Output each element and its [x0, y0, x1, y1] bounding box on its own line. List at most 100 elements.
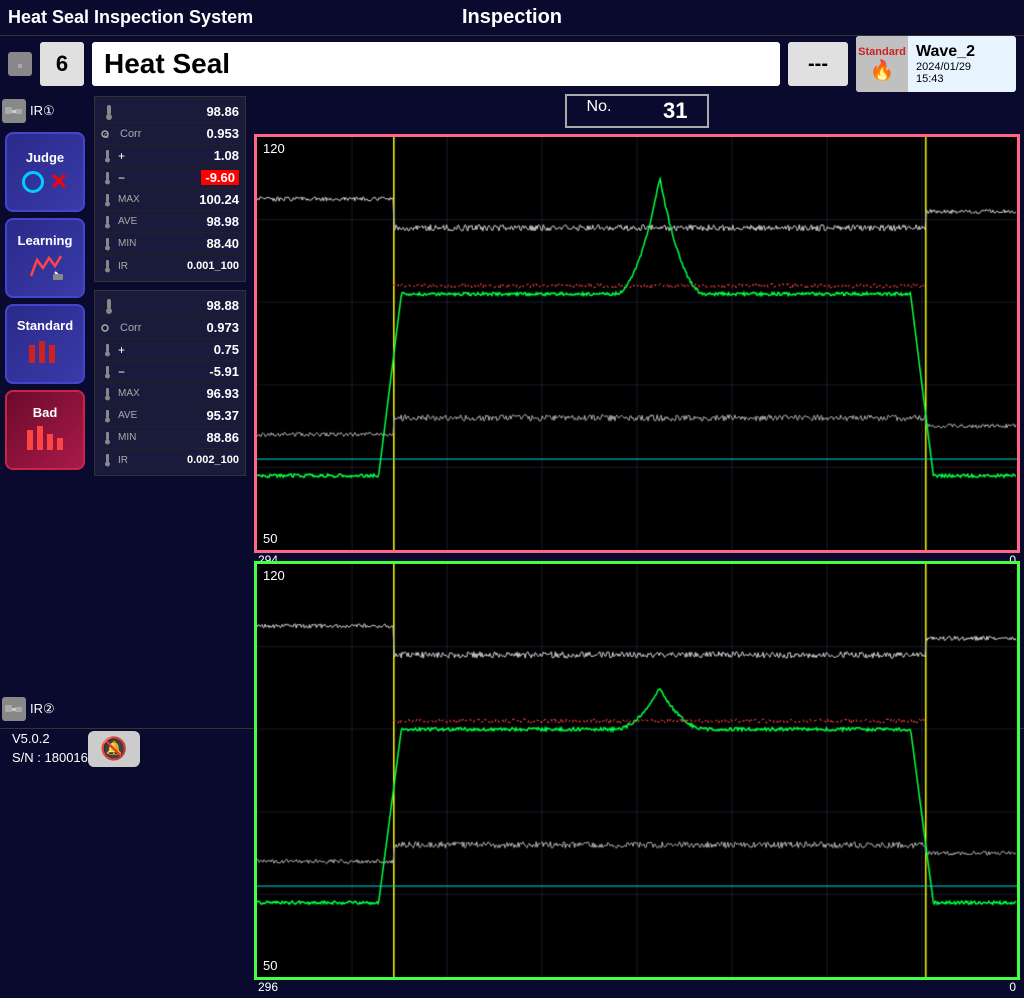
- chart2-container: 120 50 296 0: [254, 561, 1020, 980]
- panel2-min: 88.86: [206, 430, 239, 445]
- wave-text-area: Wave_2 2024/01/29 15:43: [908, 39, 983, 89]
- standard-wave-icon: [25, 337, 65, 371]
- panel1-row-value: 98.86: [101, 101, 239, 123]
- ir1-label: IR①: [30, 103, 55, 119]
- ir1-small-icon: [2, 99, 26, 123]
- learning-label: Learning: [18, 233, 73, 248]
- chart2-canvas: [257, 564, 1017, 977]
- panel2-plus: 0.75: [214, 342, 239, 357]
- judge-o-icon: [22, 171, 44, 193]
- bad-label: Bad: [33, 405, 58, 420]
- svg-text:C: C: [104, 133, 109, 140]
- panel1-row-corr: C Corr 0.953: [101, 123, 239, 145]
- data-panels: 98.86 C Corr 0.953 + 1.08 −: [90, 92, 250, 728]
- wave-flame-icon: 🔥: [870, 58, 895, 83]
- data-panel-2: 98.88 Corr 0.973 + 0.75 −: [94, 290, 246, 476]
- thermometer-icon-2: [101, 298, 117, 314]
- panel2-ave: 95.37: [206, 408, 239, 423]
- ir1-top-icon: [8, 52, 32, 76]
- chart1-box: 120 50: [254, 134, 1020, 553]
- panel2-row-plus: + 0.75: [101, 339, 239, 361]
- panel1-row-min: MIN 88.40: [101, 233, 239, 255]
- app-header: Heat Seal Inspection System Inspection: [0, 0, 1024, 36]
- no-box: No. 31: [565, 94, 710, 128]
- product-name: Heat Seal: [92, 42, 780, 86]
- thermo-minus-icon-1: [101, 171, 115, 185]
- chart2-y-min: 50: [263, 958, 277, 973]
- thermo-plus-icon-2: [101, 343, 115, 357]
- thermo-ave-icon-1: [101, 215, 115, 229]
- thermo-ir-icon-2: [101, 453, 115, 467]
- thermo-min-icon-1: [101, 237, 115, 251]
- panel1-min: 88.40: [206, 236, 239, 251]
- ir2-small-icon: [2, 697, 26, 721]
- bad-wave-icon: [25, 424, 65, 455]
- data-panel-1: 98.86 C Corr 0.953 + 1.08 −: [94, 96, 246, 282]
- thermo-plus-icon-1: [101, 149, 115, 163]
- panel2-max: 96.93: [206, 386, 239, 401]
- sidebar: IR① Judge ✕ Learning Standard: [0, 92, 90, 728]
- learning-icon: [27, 252, 63, 283]
- thermo-ave-icon-2: [101, 409, 115, 423]
- panel1-max: 100.24: [199, 192, 239, 207]
- top-bar: 6 Heat Seal --- Standard 🔥 Wave_2 2024/0…: [0, 36, 1024, 92]
- no-value: 31: [627, 98, 687, 124]
- chart2-x-right: 0: [1009, 980, 1016, 998]
- panel1-row-max: MAX 100.24: [101, 189, 239, 211]
- panel1-ave: 98.98: [206, 214, 239, 229]
- bad-button[interactable]: Bad: [5, 390, 85, 470]
- ir2-label: IR②: [30, 701, 55, 717]
- serial-number: S/N : 180016: [12, 749, 88, 767]
- panel1-minus: -9.60: [201, 170, 239, 185]
- standard-label: Standard: [17, 318, 73, 333]
- thermometer-icon-1: [101, 104, 117, 120]
- judge-button[interactable]: Judge ✕: [5, 132, 85, 212]
- panel1-corr: 0.953: [206, 126, 239, 141]
- panel2-row-ir: IR 0.002_100: [101, 449, 239, 471]
- panel2-row-max: MAX 96.93: [101, 383, 239, 405]
- panel2-row-value: 98.88: [101, 295, 239, 317]
- panel1-row-minus: − -9.60: [101, 167, 239, 189]
- chart1-y-max: 120: [263, 141, 285, 156]
- chart2-box: 120 50: [254, 561, 1020, 980]
- panel1-ir: 0.001_100: [187, 260, 239, 272]
- chart2-x-left: 296: [258, 980, 278, 998]
- panel2-minus: -5.91: [209, 364, 239, 379]
- panel2-ir: 0.002_100: [187, 454, 239, 466]
- corr-icon-1: C: [101, 127, 117, 141]
- chart2-y-max: 120: [263, 568, 285, 583]
- wave-standard-label: Standard: [858, 46, 906, 58]
- main-area: IR① Judge ✕ Learning Standard: [0, 92, 1024, 728]
- standard-button[interactable]: Standard: [5, 304, 85, 384]
- wave-info-panel: Standard 🔥 Wave_2 2024/01/29 15:43: [856, 36, 1016, 92]
- thermo-ir-icon-1: [101, 259, 115, 273]
- bell-icon: 🔕: [100, 736, 127, 762]
- panel2-row-ave: AVE 95.37: [101, 405, 239, 427]
- app-title-left: Heat Seal Inspection System: [8, 7, 253, 28]
- panel1-row-ave: AVE 98.98: [101, 211, 239, 233]
- judge-x-icon: ✕: [50, 169, 68, 195]
- wave-name: Wave_2: [916, 43, 975, 61]
- panel1-value1: 98.86: [206, 104, 239, 119]
- panel2-row-min: MIN 88.86: [101, 427, 239, 449]
- no-display: No. 31: [254, 96, 1020, 126]
- panel2-value1: 98.88: [206, 298, 239, 313]
- channel-number: 6: [40, 42, 84, 86]
- ir1-label-row: IR①: [2, 96, 88, 126]
- thermo-max-icon-1: [101, 193, 115, 207]
- charts-area: No. 31 120 50 294 0 120 50 296: [250, 92, 1024, 728]
- learning-button[interactable]: Learning: [5, 218, 85, 298]
- corr-icon-2: [101, 321, 117, 335]
- bell-button[interactable]: 🔕: [88, 731, 140, 767]
- dash-display: ---: [788, 42, 848, 86]
- version-info: V5.0.2 S/N : 180016: [12, 730, 88, 766]
- panel1-row-ir: IR 0.001_100: [101, 255, 239, 277]
- wave-time: 15:43: [916, 73, 975, 85]
- chart2-x-labels: 296 0: [254, 980, 1020, 998]
- panel2-row-corr: Corr 0.973: [101, 317, 239, 339]
- app-title-center: Inspection: [462, 6, 562, 29]
- thermo-minus-icon-2: [101, 365, 115, 379]
- ir2-label-row: IR②: [2, 694, 88, 724]
- thermo-max-icon-2: [101, 387, 115, 401]
- panel2-row-minus: − -5.91: [101, 361, 239, 383]
